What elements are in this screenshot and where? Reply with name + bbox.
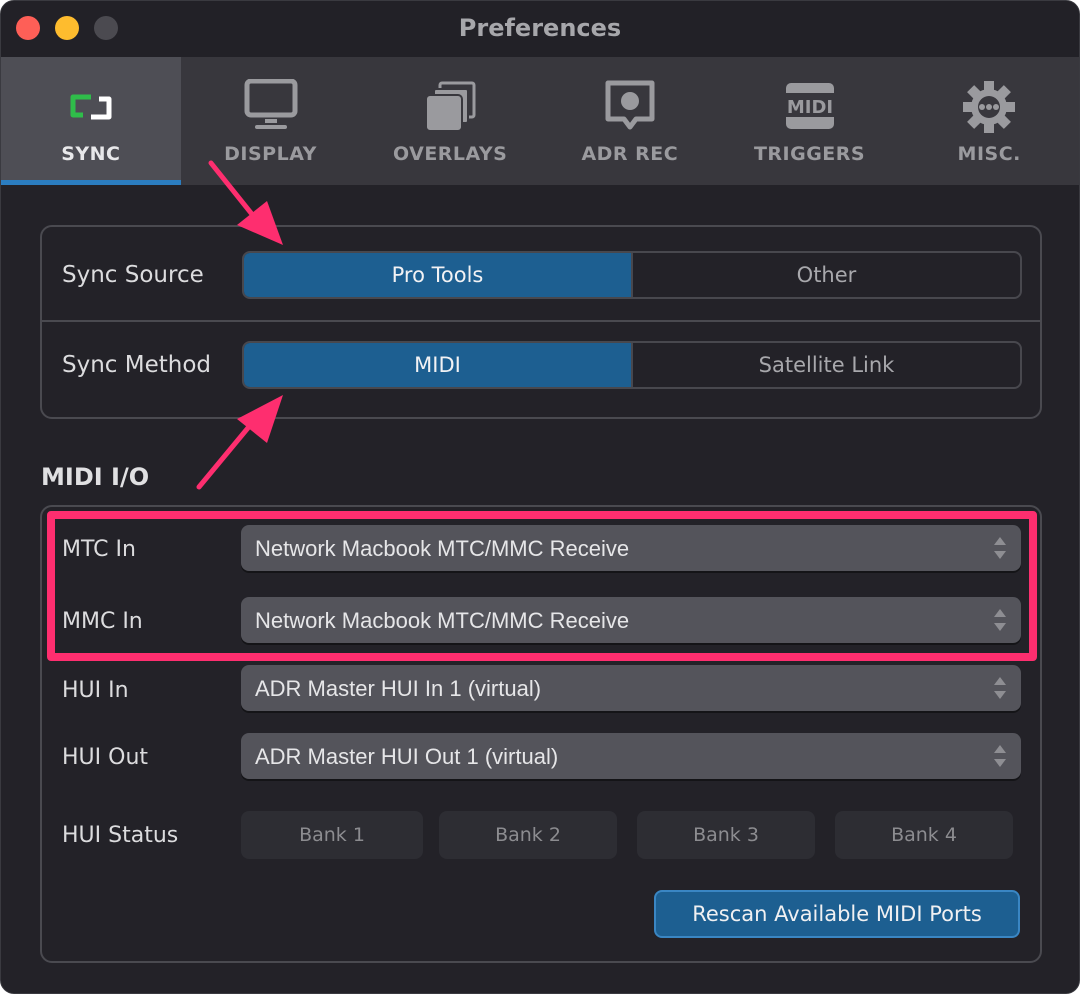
tab-misc[interactable]: MISC. <box>899 57 1079 185</box>
svg-text:MIDI: MIDI <box>786 97 832 118</box>
sync-method-label: Sync Method <box>62 352 212 378</box>
midi-icon: MIDI <box>785 83 834 129</box>
tab-adr-rec[interactable]: ADR REC <box>540 57 720 185</box>
sync-source-pro-tools[interactable]: Pro Tools <box>244 253 633 297</box>
hui-bank-1: Bank 1 <box>241 811 423 859</box>
sync-source-control: Pro Tools Other <box>242 251 1022 299</box>
sync-method-midi[interactable]: MIDI <box>244 343 633 387</box>
preferences-window: Preferences SYNC DISPLAY OVERLAYS ADR RE… <box>0 0 1080 994</box>
divider <box>42 320 1040 322</box>
tab-sync[interactable]: SYNC <box>1 57 181 185</box>
gear-icon <box>963 81 1016 133</box>
adr-rec-icon <box>605 80 655 130</box>
tab-label: DISPLAY <box>224 143 317 165</box>
hui-bank-4: Bank 4 <box>835 811 1013 859</box>
rescan-midi-ports-button[interactable]: Rescan Available MIDI Ports <box>654 890 1020 938</box>
hui-out-value: ADR Master HUI Out 1 (virtual) <box>255 744 559 769</box>
tab-label: ADR REC <box>581 143 679 165</box>
hui-out-select[interactable]: ADR Master HUI Out 1 (virtual) <box>241 733 1021 779</box>
sync-method-satellite-link[interactable]: Satellite Link <box>633 343 1020 387</box>
monitor-icon <box>244 79 297 129</box>
sync-method-control: MIDI Satellite Link <box>242 341 1022 389</box>
hui-bank-2: Bank 2 <box>439 811 617 859</box>
tab-label: MISC. <box>957 143 1021 165</box>
midi-io-heading: MIDI I/O <box>41 463 150 491</box>
tab-label: TRIGGERS <box>753 143 866 165</box>
hui-in-label: HUI In <box>62 678 129 703</box>
tab-label: OVERLAYS <box>392 143 508 165</box>
stepper-arrows-icon <box>994 745 1006 767</box>
annotation-highlight-box <box>47 511 1037 661</box>
hui-status-label: HUI Status <box>62 823 179 848</box>
sync-source-label: Sync Source <box>62 262 204 288</box>
tab-display[interactable]: DISPLAY <box>181 57 361 185</box>
hui-bank-3: Bank 3 <box>637 811 815 859</box>
sync-icon <box>70 94 112 120</box>
title-bar: Preferences <box>1 1 1079 57</box>
sync-settings-group: Sync Source Pro Tools Other Sync Method … <box>40 225 1042 419</box>
hui-in-value: ADR Master HUI In 1 (virtual) <box>255 676 542 701</box>
tab-triggers[interactable]: MIDI TRIGGERS <box>720 57 900 185</box>
sync-source-other[interactable]: Other <box>633 253 1020 297</box>
hui-in-select[interactable]: ADR Master HUI In 1 (virtual) <box>241 665 1021 711</box>
tab-overlays[interactable]: OVERLAYS <box>360 57 540 185</box>
tab-label: SYNC <box>61 143 121 165</box>
window-title: Preferences <box>458 14 622 42</box>
stepper-arrows-icon <box>994 677 1006 699</box>
preferences-tabs: SYNC DISPLAY OVERLAYS ADR REC MIDI TRIGG… <box>1 57 1079 185</box>
overlays-icon <box>425 81 476 132</box>
hui-out-label: HUI Out <box>62 745 149 770</box>
